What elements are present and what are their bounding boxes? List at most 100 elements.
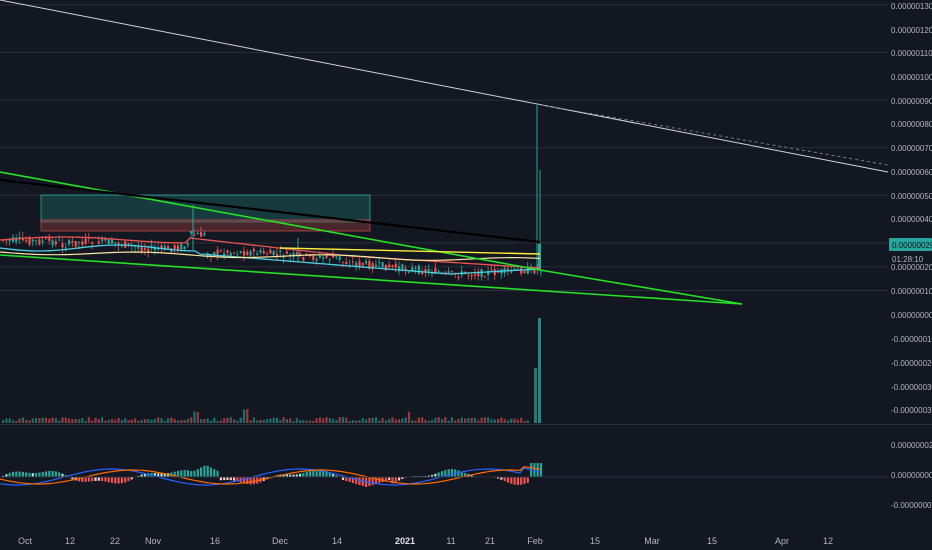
candle-body bbox=[335, 256, 338, 258]
macd-histogram-bar bbox=[457, 470, 460, 477]
candle-body bbox=[391, 265, 394, 267]
volume-spike-bar bbox=[538, 318, 541, 423]
candle-body bbox=[41, 240, 44, 243]
candle-body bbox=[394, 263, 397, 268]
candle-body bbox=[35, 239, 38, 241]
macd-histogram-bar bbox=[203, 465, 206, 477]
volume-bar bbox=[341, 417, 345, 423]
candle-body bbox=[322, 257, 325, 259]
candle-body bbox=[312, 255, 315, 261]
volume-bar bbox=[41, 417, 44, 423]
candle-body bbox=[190, 231, 193, 234]
volume-bar bbox=[193, 411, 196, 423]
volume-bar bbox=[470, 418, 473, 423]
volume-bar bbox=[117, 417, 120, 423]
candle-body bbox=[84, 238, 87, 244]
macd-histogram-bar bbox=[35, 472, 38, 477]
candle-body bbox=[31, 239, 34, 242]
candle-body bbox=[513, 268, 516, 270]
macd-histogram-bar bbox=[513, 477, 516, 485]
volume-bar bbox=[87, 417, 90, 423]
volume-bar bbox=[48, 418, 51, 423]
candle-body bbox=[216, 249, 219, 255]
volume-bar bbox=[289, 418, 292, 423]
volume-bar bbox=[259, 419, 262, 423]
candle-body bbox=[68, 240, 71, 245]
volume-bar bbox=[305, 420, 308, 423]
macd-histogram-bar bbox=[107, 477, 110, 483]
volume-bar bbox=[328, 418, 331, 423]
price-zones[interactable] bbox=[40, 194, 371, 232]
price-axis-label: 0.00000080 bbox=[891, 120, 932, 129]
volume-bar bbox=[186, 418, 189, 423]
candle-body bbox=[411, 267, 414, 271]
volume-bar bbox=[252, 417, 255, 423]
volume-bar bbox=[295, 417, 298, 423]
macd-histogram-bar bbox=[94, 477, 97, 481]
candle-body bbox=[262, 251, 265, 254]
volume-bar bbox=[365, 419, 368, 423]
volume-bar bbox=[411, 420, 414, 423]
volume-bar bbox=[266, 419, 269, 423]
macd-histogram-bar bbox=[312, 469, 315, 477]
macd-histogram-bar bbox=[180, 470, 183, 477]
macd-histogram-bar bbox=[15, 471, 18, 477]
volume-bar bbox=[153, 419, 156, 423]
volume-bar bbox=[180, 420, 183, 423]
volume-bar bbox=[8, 418, 11, 423]
supply-zone-red bbox=[40, 219, 371, 232]
candle-body bbox=[183, 246, 186, 250]
candle-body bbox=[137, 247, 140, 249]
candle-body bbox=[361, 262, 364, 266]
macd-histogram-bar bbox=[302, 472, 305, 477]
candle-body bbox=[242, 251, 246, 256]
volume-bar bbox=[256, 420, 259, 423]
volume-bar bbox=[437, 417, 440, 423]
volume-bar bbox=[130, 419, 133, 423]
volume-bar bbox=[394, 419, 397, 423]
price-chart[interactable]: 0.00000130 0.00000120 0.00000110 0.00000100… bbox=[0, 0, 932, 550]
macd-histogram-bar bbox=[124, 477, 127, 483]
volume-bar bbox=[262, 419, 265, 423]
volume-bar bbox=[464, 418, 467, 423]
volume-bar bbox=[487, 417, 490, 423]
volume-bar bbox=[81, 418, 84, 423]
volume-bar bbox=[384, 420, 387, 423]
volume-bar bbox=[2, 419, 5, 423]
candle-body bbox=[64, 247, 67, 249]
macd-histogram-bar bbox=[54, 471, 57, 477]
macd-histogram-bar bbox=[58, 472, 61, 477]
macd-histogram-bar bbox=[104, 477, 107, 482]
candle-body bbox=[473, 273, 477, 276]
candle-body bbox=[143, 248, 147, 250]
price-axis-label: 0.00000110 bbox=[891, 49, 932, 58]
volume-bar bbox=[401, 418, 404, 423]
volume-bar bbox=[345, 417, 348, 423]
candle-body bbox=[272, 250, 275, 255]
candle-body bbox=[249, 251, 252, 256]
candle-body bbox=[351, 261, 354, 263]
candle-body bbox=[305, 253, 308, 255]
candle-body bbox=[269, 249, 272, 254]
volume-bar bbox=[361, 417, 364, 423]
price-axis-label: -0.00000039 bbox=[891, 406, 932, 415]
volume-bar bbox=[391, 417, 394, 423]
volume-bar bbox=[160, 418, 163, 423]
volume-bar bbox=[348, 420, 351, 423]
time-axis-label: Apr bbox=[775, 536, 789, 546]
volume-bar bbox=[483, 417, 486, 423]
volume-bar bbox=[58, 420, 61, 423]
candle-body bbox=[285, 251, 288, 254]
volume-bar bbox=[226, 418, 229, 423]
volume-bar bbox=[520, 417, 523, 423]
volume-bar bbox=[223, 418, 226, 423]
volume-bar bbox=[11, 420, 15, 423]
volume-bar bbox=[444, 417, 447, 423]
macd-histogram-bar bbox=[196, 469, 199, 477]
macd-axis-label: -0.00000002 bbox=[891, 501, 932, 510]
candle-body bbox=[44, 238, 48, 240]
volume-bar bbox=[302, 420, 305, 423]
macd-histogram-bar bbox=[97, 477, 100, 481]
volume-bar bbox=[140, 419, 143, 423]
volume-bar bbox=[497, 418, 500, 423]
